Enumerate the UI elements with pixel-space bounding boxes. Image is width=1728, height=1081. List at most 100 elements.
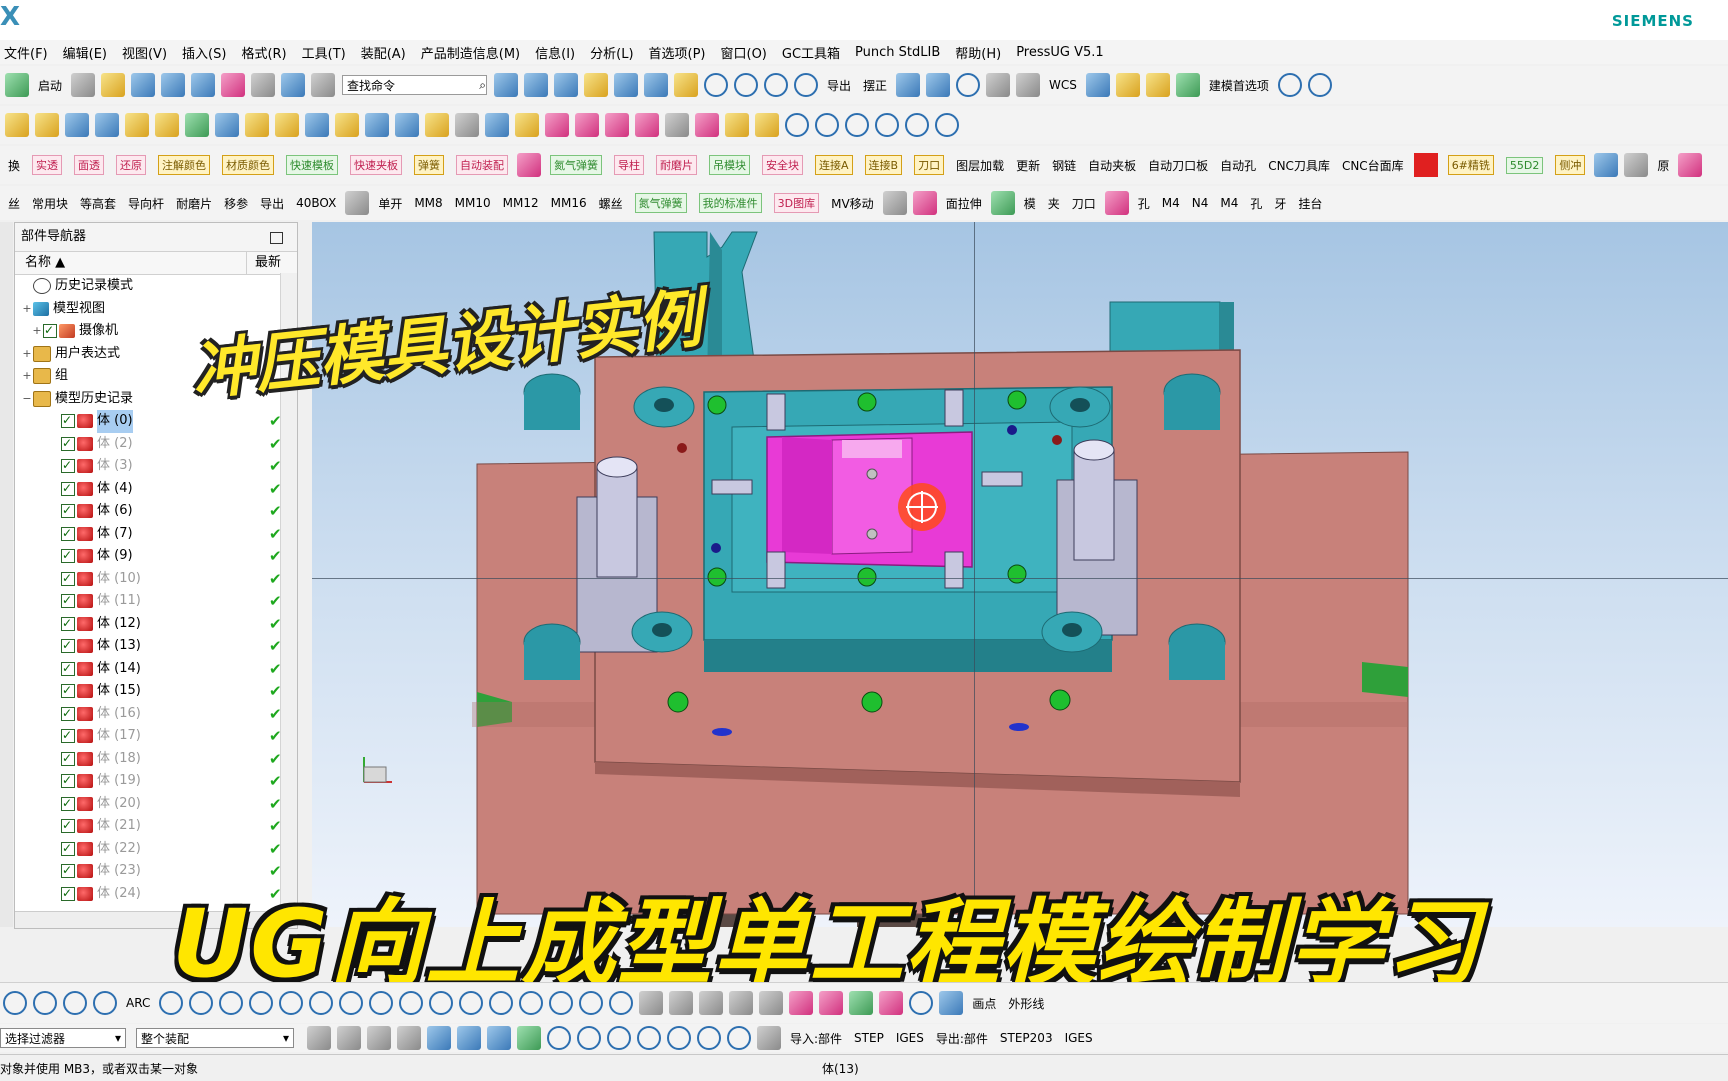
purple-square-icon[interactable] [789, 991, 814, 1015]
tool-solid-transparent[interactable]: 实透 [32, 155, 63, 175]
tool-mm12[interactable]: MM12 [503, 196, 539, 210]
move-tool-icon[interactable] [669, 991, 694, 1015]
snap-arc-icon[interactable] [727, 1026, 751, 1050]
frame-icon[interactable] [699, 991, 724, 1015]
table-icon[interactable] [896, 73, 921, 97]
tool-origin[interactable]: 原 [1657, 157, 1669, 174]
dimension-icon[interactable] [1085, 73, 1110, 97]
green-curve-icon[interactable] [849, 991, 874, 1015]
snap-point-icon[interactable] [697, 1026, 721, 1050]
tool-auto-hole-2[interactable]: 孔 [1250, 195, 1262, 212]
tool-hanger[interactable]: 挂台 [1298, 195, 1322, 212]
diag-line-3-icon[interactable] [279, 991, 304, 1015]
visibility-checkbox[interactable] [61, 634, 75, 657]
type-filter-dropdown[interactable]: 选择过滤器 ▾ [0, 1028, 126, 1048]
block-icon[interactable] [5, 113, 29, 137]
tangent-icon[interactable] [429, 991, 454, 1015]
snap-intersect-icon[interactable] [607, 1026, 631, 1050]
visibility-checkbox[interactable] [61, 544, 75, 567]
cylinder-icon[interactable] [35, 113, 59, 137]
tool-auto-plate[interactable]: 自动夹板 [1088, 157, 1136, 174]
visibility-checkbox[interactable] [61, 657, 75, 679]
visibility-checkbox[interactable] [61, 589, 75, 612]
layer-icon[interactable] [644, 73, 669, 97]
visibility-checkbox[interactable] [61, 567, 75, 589]
command-search-input[interactable]: 查找命令 ⌕ [342, 75, 488, 95]
figure-icon[interactable] [912, 191, 937, 215]
body-row[interactable]: 体 (6)✔ [15, 499, 297, 523]
view-top-icon[interactable] [524, 73, 549, 97]
save-icon[interactable] [131, 73, 156, 97]
polygon-icon[interactable] [63, 991, 87, 1015]
select-lasso-icon[interactable] [397, 1026, 421, 1050]
tool-equal-sleeve[interactable]: 等高套 [80, 195, 116, 212]
body-row[interactable]: 体 (17)✔ [15, 724, 297, 748]
flip-icon[interactable] [609, 991, 634, 1015]
export-iges-button[interactable]: IGES [1065, 1031, 1093, 1045]
tool-connect-b[interactable]: 连接B [864, 155, 903, 175]
tool-3d-library[interactable]: 3D图库 [773, 193, 820, 213]
tool-auto-assembly[interactable]: 自动装配 [456, 155, 509, 175]
pen-icon[interactable] [519, 991, 544, 1015]
intersect-icon[interactable] [245, 113, 269, 137]
snap-control-icon[interactable] [577, 1026, 601, 1050]
fpy-icon[interactable] [345, 191, 370, 215]
tool-mold[interactable]: 模 [1024, 195, 1036, 212]
rectangle-icon[interactable] [986, 73, 1011, 97]
tool-single-open[interactable]: 单开 [378, 195, 402, 212]
menu-help[interactable]: 帮助(H) [955, 43, 1001, 62]
fpy-2-icon[interactable] [639, 991, 664, 1015]
tool-40box[interactable]: 40BOX [296, 196, 336, 210]
start-icon[interactable] [5, 73, 29, 97]
view-iso-icon[interactable] [487, 1026, 511, 1050]
snap-end-icon[interactable] [517, 1026, 541, 1050]
body-row[interactable]: 体 (4)✔ [15, 477, 297, 501]
sketch-offset-icon[interactable] [905, 113, 929, 137]
axis-icon[interactable] [759, 991, 784, 1015]
import-iges-button[interactable]: IGES [896, 1031, 924, 1045]
sketch-trim-icon[interactable] [845, 113, 869, 137]
tool-auto-blade-plate[interactable]: 自动刀口板 [1148, 157, 1208, 174]
tool-mv-move[interactable]: MV移动 [831, 195, 874, 212]
tool-steel-chain[interactable]: 钢链 [1052, 157, 1076, 174]
visibility-checkbox[interactable] [61, 724, 75, 747]
visibility-checkbox[interactable] [61, 702, 75, 724]
replace-face-icon[interactable] [545, 113, 569, 137]
assembly-scope-dropdown[interactable]: 整个装配 ▾ [136, 1028, 294, 1048]
block-pink-icon[interactable] [1104, 191, 1129, 215]
tool-safety-block[interactable]: 安全块 [762, 155, 804, 175]
import-part-button[interactable]: 导入:部件 [790, 1030, 842, 1047]
datum-icon[interactable] [515, 113, 539, 137]
patch-icon[interactable] [695, 113, 719, 137]
visibility-checkbox[interactable] [61, 859, 75, 882]
tool-screw[interactable]: 螺丝 [599, 195, 623, 212]
snap-mid-icon[interactable] [547, 1026, 571, 1050]
tool-connect-a[interactable]: 连接A [815, 155, 853, 175]
menu-file[interactable]: 文件(F) [4, 43, 48, 62]
green-plus-icon[interactable] [990, 191, 1015, 215]
grid-dots-icon[interactable] [729, 991, 754, 1015]
menu-edit[interactable]: 编辑(E) [63, 43, 107, 62]
mirror-icon[interactable] [485, 113, 509, 137]
sphere-icon[interactable] [1594, 153, 1619, 177]
sew-icon[interactable] [665, 113, 689, 137]
cube-red-icon[interactable] [517, 153, 542, 177]
offset-face-icon[interactable] [365, 113, 389, 137]
circle-icon[interactable] [1277, 73, 1302, 97]
visibility-checkbox[interactable] [61, 454, 75, 477]
visibility-checkbox[interactable] [61, 409, 75, 432]
tool-wear-plate[interactable]: 耐磨片 [656, 155, 698, 175]
tool-update[interactable]: 更新 [1016, 157, 1040, 174]
expand-icon[interactable]: + [31, 320, 43, 343]
body-row[interactable]: 体 (10)✔ [15, 567, 297, 591]
tool-quick-plate[interactable]: 快速夹板 [350, 155, 403, 175]
gear-icon[interactable] [1678, 153, 1703, 177]
visibility-checkbox[interactable] [61, 814, 75, 837]
bracket-icon[interactable] [159, 991, 184, 1015]
delete-face-icon[interactable] [605, 113, 629, 137]
chamfer-icon[interactable] [455, 113, 479, 137]
visibility-checkbox[interactable] [61, 522, 75, 544]
column-latest[interactable]: 最新 [247, 252, 281, 274]
tool-side-punch[interactable]: 侧冲 [1555, 155, 1586, 175]
info-icon[interactable] [311, 73, 336, 97]
